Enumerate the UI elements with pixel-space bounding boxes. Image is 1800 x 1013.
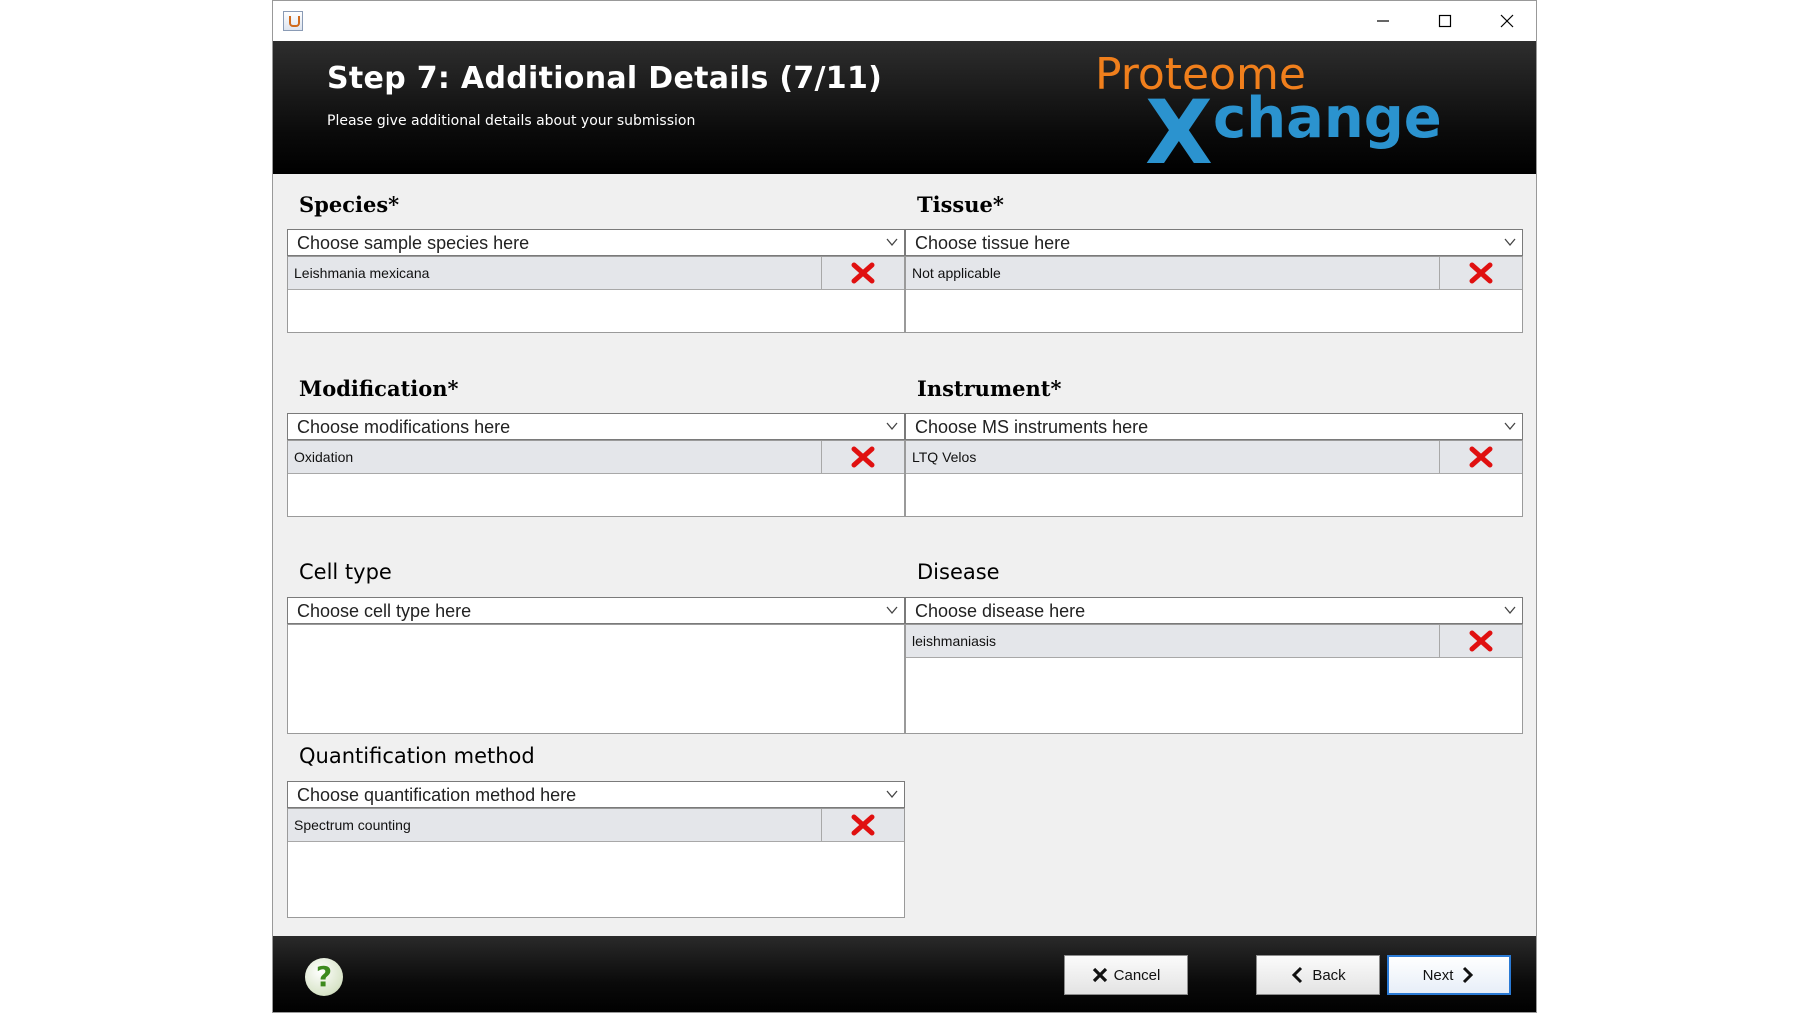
cell-type-combobox-text: Choose cell type here [297, 601, 472, 621]
species-combobox-text: Choose sample species here [297, 233, 530, 253]
remove-instrument-button[interactable] [1439, 441, 1522, 473]
minimize-button[interactable] [1352, 1, 1414, 41]
species-list: Leishmania mexicana [287, 256, 905, 333]
tissue-item-text: Not applicable [912, 265, 1001, 281]
disease-list: leishmaniasis [905, 624, 1523, 734]
delete-x-icon [1469, 262, 1493, 284]
remove-species-button[interactable] [821, 257, 904, 289]
disease-label: Disease [917, 560, 1000, 584]
disease-item-text: leishmaniasis [912, 633, 997, 649]
step-title: Step 7: Additional Details (7/11) [327, 61, 883, 96]
modification-label: Modification* [299, 376, 459, 401]
species-combobox[interactable]: Choose sample species here [287, 229, 905, 256]
modification-item-text: Oxidation [294, 449, 354, 465]
cell-type-list [287, 624, 905, 734]
remove-modification-button[interactable] [821, 441, 904, 473]
list-item: Leishmania mexicana [288, 257, 904, 290]
step-subtitle: Please give additional details about you… [327, 113, 696, 129]
remove-disease-button[interactable] [1439, 625, 1522, 657]
help-icon: ? [315, 960, 333, 993]
cancel-button[interactable]: Cancel [1064, 955, 1188, 995]
chevron-down-icon [1504, 606, 1516, 615]
species-item-text: Leishmania mexicana [294, 265, 430, 281]
quantification-combobox-text: Choose quantification method here [297, 785, 577, 805]
wizard-header: Step 7: Additional Details (7/11) Please… [273, 41, 1536, 174]
delete-x-icon [1469, 446, 1493, 468]
tissue-combobox[interactable]: Choose tissue here [905, 229, 1523, 256]
modification-list: Oxidation [287, 440, 905, 517]
minimize-icon [1377, 20, 1389, 22]
instrument-label: Instrument* [917, 376, 1062, 401]
list-item: leishmaniasis [906, 625, 1522, 658]
list-item: Not applicable [906, 257, 1522, 290]
list-item: Oxidation [288, 441, 904, 474]
instrument-item-text: LTQ Velos [912, 449, 977, 465]
logo-x-letter: X [1145, 81, 1213, 166]
cell-type-label: Cell type [299, 560, 392, 584]
quantification-label: Quantification method [299, 744, 535, 768]
help-button[interactable]: ? [305, 958, 343, 996]
modification-combobox[interactable]: Choose modifications here [287, 413, 905, 440]
delete-x-icon [1469, 630, 1493, 652]
chevron-down-icon [886, 422, 898, 431]
logo-change-text: change [1213, 86, 1442, 151]
list-item: LTQ Velos [906, 441, 1522, 474]
modification-combobox-text: Choose modifications here [297, 417, 511, 437]
list-item: Spectrum counting [288, 809, 904, 842]
next-button[interactable]: Next [1387, 955, 1511, 995]
quantification-list: Spectrum counting [287, 808, 905, 918]
cancel-x-icon [1092, 967, 1107, 983]
chevron-right-icon [1463, 966, 1474, 984]
maximize-icon [1438, 14, 1452, 28]
quantification-item-text: Spectrum counting [294, 817, 411, 833]
close-icon [1500, 14, 1514, 28]
proteomexchange-logo: Proteome X change [1095, 51, 1442, 166]
chevron-down-icon [1504, 422, 1516, 431]
chevron-down-icon [1504, 238, 1516, 247]
maximize-button[interactable] [1414, 1, 1476, 41]
disease-combobox[interactable]: Choose disease here [905, 597, 1523, 624]
instrument-list: LTQ Velos [905, 440, 1523, 517]
species-label: Species* [299, 192, 400, 217]
next-label: Next [1422, 966, 1454, 984]
title-bar [273, 1, 1536, 41]
application-window: Step 7: Additional Details (7/11) Please… [272, 0, 1537, 1013]
delete-x-icon [851, 262, 875, 284]
details-form: Species* Choose sample species here Leis… [273, 174, 1536, 936]
back-label: Back [1312, 966, 1346, 984]
tissue-combobox-text: Choose tissue here [915, 233, 1071, 253]
close-window-button[interactable] [1476, 1, 1536, 41]
chevron-down-icon [886, 790, 898, 799]
tissue-label: Tissue* [917, 192, 1004, 217]
delete-x-icon [851, 814, 875, 836]
quantification-combobox[interactable]: Choose quantification method here [287, 781, 905, 808]
cell-type-combobox[interactable]: Choose cell type here [287, 597, 905, 624]
chevron-left-icon [1292, 966, 1303, 984]
instrument-combobox[interactable]: Choose MS instruments here [905, 413, 1523, 440]
chevron-down-icon [886, 238, 898, 247]
remove-quantification-button[interactable] [821, 809, 904, 841]
instrument-combobox-text: Choose MS instruments here [915, 417, 1149, 437]
delete-x-icon [851, 446, 875, 468]
java-app-icon [283, 11, 303, 31]
cancel-label: Cancel [1113, 966, 1161, 984]
back-button[interactable]: Back [1256, 955, 1380, 995]
disease-combobox-text: Choose disease here [915, 601, 1086, 621]
wizard-footer: ? Cancel Back Next [273, 936, 1536, 1012]
tissue-list: Not applicable [905, 256, 1523, 333]
chevron-down-icon [886, 606, 898, 615]
remove-tissue-button[interactable] [1439, 257, 1522, 289]
